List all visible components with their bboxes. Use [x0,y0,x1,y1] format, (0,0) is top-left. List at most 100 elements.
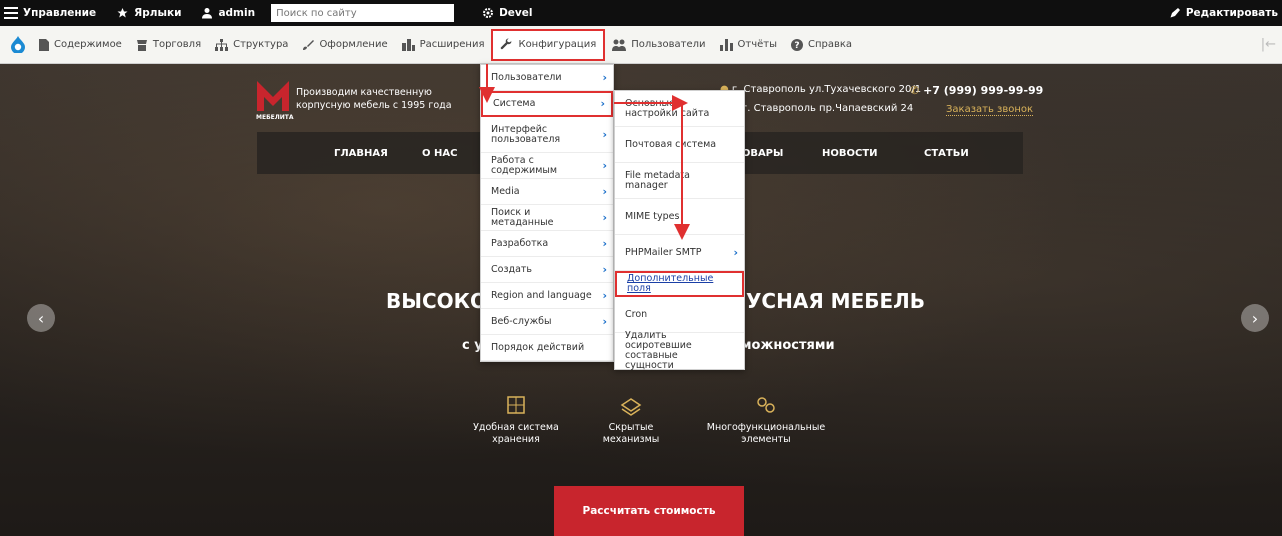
sitemap-icon [215,38,229,51]
config-menu-item-users[interactable]: Пользователи › [481,65,613,91]
system-menu-item-mime-types[interactable]: MIME types [615,199,744,235]
chevron-right-icon: › [602,262,607,276]
store-icon [136,39,147,51]
tray-orientation-toggle[interactable]: |← [1261,37,1282,52]
site-nav-articles[interactable]: СТАТЬИ [924,148,969,159]
tray-label: Отчёты [737,39,777,50]
tray-label: Пользователи [631,39,706,50]
tray-item-reports[interactable]: Отчёты [713,26,784,64]
config-menu-item-content-authoring[interactable]: Работа с содержимым › [481,153,613,179]
callback-link[interactable]: Заказать звонок [946,104,1034,116]
shortcuts-tab[interactable]: Ярлыки [106,0,191,26]
puzzle-icon [401,38,415,51]
tray-item-people[interactable]: Пользователи [605,26,712,64]
config-menu-item-create[interactable]: Создать › [481,257,613,283]
feature-storage: Удобная система хранения [470,394,562,446]
config-menu-item-development[interactable]: Разработка › [481,231,613,257]
site-nav-news[interactable]: НОВОСТИ [822,148,878,159]
site-phone[interactable]: ✆ +7 (999) 999-99-99 [910,84,1043,97]
edit-tab[interactable]: Редактировать [1159,0,1282,26]
devel-label: Devel [499,7,533,19]
manage-tab[interactable]: Управление [0,0,106,26]
tray-label: Структура [233,39,289,50]
admin-toolbar: Управление Ярлыки admin Devel Редактиров… [0,0,1282,26]
config-menu-item-web-services[interactable]: Веб-службы › [481,309,613,335]
config-menu-item-search-metadata[interactable]: Поиск и метаданные › [481,205,613,231]
chevron-right-icon: › [602,236,607,250]
drupal-logo[interactable] [4,26,32,64]
hamburger-icon [4,7,18,19]
config-menu-item-region-language[interactable]: Region and language › [481,283,613,309]
tray-label: Оформление [319,39,388,50]
storage-icon [507,396,525,414]
site-address-2: г. Ставрополь пр.Чапаевский 24 [742,103,914,114]
devel-tab[interactable]: Devel [472,0,542,26]
system-menu-item-extra-fields[interactable]: Дополнительные поля [615,271,744,297]
system-menu-item-cron[interactable]: Cron [615,297,744,333]
calculate-cost-button[interactable]: Рассчитать стоимость [554,486,744,536]
site-logo-text: МЕБЕЛИТА [256,114,294,121]
pencil-icon [1170,8,1180,18]
hero-title: ВЫСОКО УСНАЯ МЕБЕЛЬ [386,289,926,313]
people-icon [612,39,627,51]
manage-label: Управление [23,7,97,19]
system-menu-item-file-metadata[interactable]: File metadata manager [615,163,744,199]
star-icon [117,8,128,18]
site-logo-icon [257,81,289,111]
tray-item-commerce[interactable]: Торговля [129,26,208,64]
chevron-right-icon: › [600,97,605,110]
tray-item-content[interactable]: Содержимое [32,26,129,64]
system-menu-item-delete-orphaned[interactable]: Удалить осиротевшие составные сущности [615,331,744,371]
config-menu-item-user-interface[interactable]: Интерфейс пользователя › [481,117,613,153]
site-search-input[interactable] [271,4,455,22]
site-nav-about[interactable]: О НАС [422,148,457,159]
chevron-right-icon: › [602,127,607,141]
shortcuts-label: Ярлыки [134,7,182,19]
chevron-right-icon: › [733,245,738,259]
site-tagline: Производим качественную корпусную мебель… [296,87,452,111]
tray-label: Справка [807,39,853,50]
user-icon [202,8,213,19]
svg-text:?: ? [794,41,799,51]
user-tab[interactable]: admin [191,0,265,26]
tray-label: Содержимое [54,39,122,50]
slider-prev-button[interactable]: ‹ [27,304,55,332]
configuration-dropdown: Пользователи › Система › Интерфейс пользов… [480,64,614,362]
chevron-right-icon: › [602,314,607,328]
config-menu-item-workflow[interactable]: Порядок действий [481,335,613,361]
config-menu-item-media[interactable]: Media › [481,179,613,205]
admin-tray: Содержимое Торговля Структура Оформление… [0,26,1282,64]
multifunction-icon [757,397,775,413]
chevron-right-icon: › [602,158,607,172]
tray-label: Расширения [419,39,485,50]
tray-item-appearance[interactable]: Оформление [295,26,394,64]
wrench-icon [501,38,512,50]
tray-label: Конфигурация [518,39,597,50]
system-menu-item-mail-system[interactable]: Почтовая система [615,127,744,163]
tray-item-structure[interactable]: Структура [208,26,295,64]
drupal-drop-icon [11,36,25,53]
tray-item-help[interactable]: ? Справка [784,26,859,64]
chevron-right-icon: › [602,184,607,198]
tray-item-extend[interactable]: Расширения [395,26,492,64]
chevron-right-icon: › [602,288,607,302]
system-submenu: Основные настройки сайта Почтовая систем… [614,90,745,371]
system-menu-item-basic-settings[interactable]: Основные настройки сайта [615,91,744,127]
tray-label: Торговля [152,39,202,50]
slider-next-button[interactable]: › [1241,304,1269,332]
tray-item-configuration[interactable]: Конфигурация [491,28,606,61]
site-address-1: ● г. Ставрополь ул.Тухачевского 20/1 [720,84,921,95]
feature-mechanisms: Скрытые механизмы [592,394,670,446]
phone-icon: ✆ [910,84,920,97]
paintbrush-icon [303,39,315,50]
feature-multifunction: Многофункциональные элементы [702,394,830,446]
mechanism-icon [620,398,642,416]
chevron-right-icon: › [602,210,607,224]
site-nav-home[interactable]: ГЛАВНАЯ [334,148,388,159]
edit-label: Редактировать [1185,7,1278,19]
help-icon: ? [790,38,803,51]
user-label: admin [218,7,256,19]
system-menu-item-phpmailer-smtp[interactable]: PHPMailer SMTP › [615,235,744,271]
config-menu-item-system[interactable]: Система › [481,91,613,117]
chevron-right-icon: › [602,70,607,84]
